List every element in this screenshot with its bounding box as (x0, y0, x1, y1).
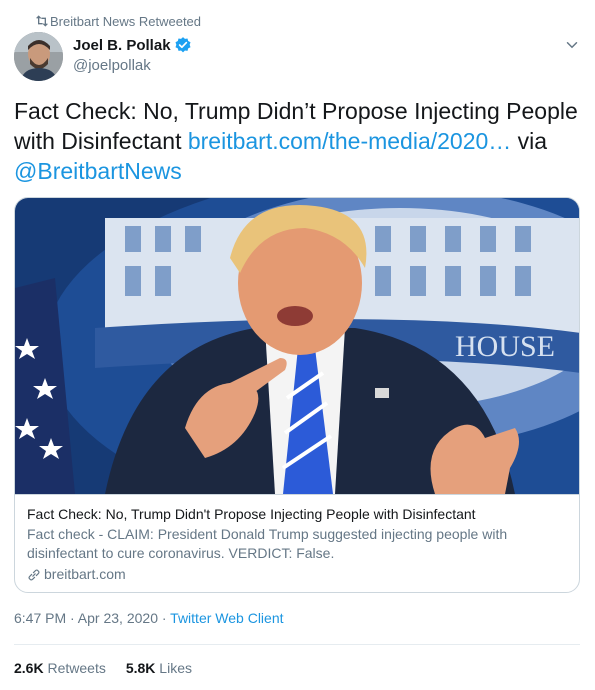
retweets-label: Retweets (47, 660, 106, 676)
author-display-name[interactable]: Joel B. Pollak (73, 37, 171, 54)
mention-link[interactable]: @BreitbartNews (14, 158, 182, 184)
likes-label: Likes (159, 660, 192, 676)
avatar[interactable] (14, 32, 63, 81)
card-domain: breitbart.com (27, 565, 569, 584)
likes-count: 5.8K (125, 660, 156, 676)
tweet-meta: 6:47 PM · Apr 23, 2020 · Twitter Web Cli… (14, 610, 284, 626)
retweet-context[interactable]: Breitbart News Retweeted (36, 12, 202, 30)
retweet-icon (36, 15, 48, 27)
card-title: Fact Check: No, Trump Didn't Propose Inj… (27, 506, 476, 522)
retweets-count: 2.6K (14, 660, 44, 676)
tweet-text-via: via (511, 128, 548, 154)
card-image[interactable]: HOUSE (15, 198, 579, 494)
link-card[interactable]: HOUSE Fact Check: No, Trump Didn't Propo… (14, 197, 580, 593)
divider (14, 644, 580, 645)
tweet-url-link[interactable]: breitbart.com/the-media/2020… (188, 128, 511, 154)
card-domain-text: breitbart.com (44, 566, 126, 582)
link-icon (28, 568, 40, 581)
author-block[interactable]: Joel B. Pollak @joelpollak (73, 36, 192, 74)
card-image-sign-text: HOUSE (455, 330, 555, 363)
tweet-text: Fact Check: No, Trump Didn’t Propose Inj… (14, 96, 580, 186)
chevron-down-icon[interactable] (563, 36, 581, 54)
retweets-stat[interactable]: 2.6K Retweets (14, 660, 106, 676)
verified-badge-icon (175, 37, 191, 53)
avatar-photo (14, 32, 63, 81)
tweet-timestamp[interactable]: 6:47 PM · Apr 23, 2020 · (14, 610, 170, 626)
author-handle[interactable]: @joelpollak (73, 57, 192, 74)
retweet-context-label: Breitbart News Retweeted (50, 13, 202, 29)
tweet-stats: 2.6K Retweets 5.8K Likes (14, 660, 192, 676)
likes-stat[interactable]: 5.8K Likes (126, 660, 192, 676)
tweet-client-link[interactable]: Twitter Web Client (170, 610, 283, 626)
card-body[interactable]: Fact Check: No, Trump Didn't Propose Inj… (15, 494, 579, 592)
card-description: Fact check - CLAIM: President Donald Tru… (27, 526, 508, 561)
